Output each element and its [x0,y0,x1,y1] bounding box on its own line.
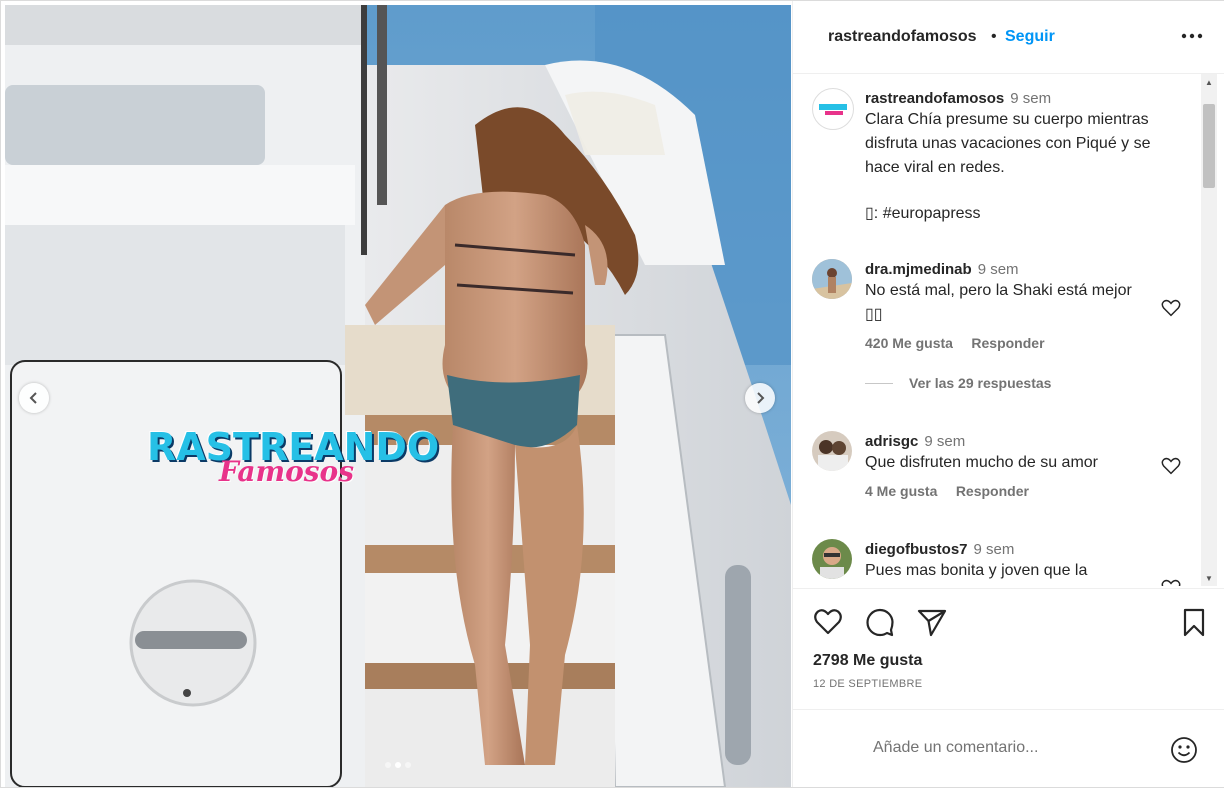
reply-button[interactable]: Responder [956,483,1029,499]
commenter-avatar[interactable] [812,431,852,471]
post-actions: 2798 Me gusta 12 DE SEPTIEMBRE [793,588,1224,709]
comment-heart-icon[interactable] [1160,297,1182,319]
scroll-down-arrow-icon[interactable]: ▼ [1201,570,1217,586]
caption-credit: ▯: #europapress [865,205,981,222]
more-horizontal-icon[interactable] [1177,21,1207,51]
commenter-avatar[interactable] [812,539,852,579]
bookmark-icon[interactable] [1177,605,1211,639]
reply-button[interactable]: Responder [971,335,1044,351]
comment-composer [793,709,1224,788]
watermark-logo: RASTREANDO Famosos [147,425,439,505]
comment-text: Que disfruten mucho de su amor [865,454,1099,471]
previous-slide-button[interactable] [19,383,49,413]
like-count[interactable]: 2798 Me gusta [813,652,922,670]
comments-list[interactable]: rastreandofamosos 9 sem Clara Chía presum… [793,74,1201,586]
avatar-photo [812,431,852,471]
chevron-right-icon [757,392,765,404]
comment-text: Pues mas bonita y joven que la [865,562,1088,579]
comment-username[interactable]: dra.mjmedinab [865,261,972,278]
comment-heart-icon[interactable] [1160,455,1182,477]
slide-indicator [5,762,791,768]
comment-time: 9 sem [977,261,1019,278]
post-details-panel: rastreandofamosos • Seguir rastreandofam… [792,1,1224,787]
slide-dot [385,762,391,768]
comment-likes[interactable]: 4 Me gusta [865,483,937,499]
view-replies-button[interactable]: Ver las 29 respuestas [909,375,1051,391]
caption-username[interactable]: rastreandofamosos [865,90,1004,107]
slide-dot [405,762,411,768]
author-avatar[interactable] [812,88,854,130]
author-username[interactable]: rastreandofamosos [828,28,977,46]
slide-dot-active [395,762,401,768]
comment-heart-icon[interactable] [1160,577,1182,586]
comment-bubble-icon[interactable] [863,605,897,639]
comments-scrollbar[interactable]: ▲ ▼ [1201,74,1217,586]
smiley-icon[interactable] [1169,735,1199,765]
watermark-script: Famosos [219,455,354,488]
caption-text: Clara Chía presume su cuerpo mientras di… [865,111,1151,176]
comment-time: 9 sem [973,541,1015,558]
heart-icon[interactable] [811,605,845,639]
caption-time: 9 sem [1010,90,1052,107]
replies-divider [865,382,893,384]
avatar-photo [812,259,852,299]
header-separator: • [991,28,997,45]
post-window: RASTREANDO Famosos rastreandofamosos • S… [0,0,1224,788]
comment-text: No está mal, pero la Shaki está mejor ▯▯ [865,282,1132,323]
post-date[interactable]: 12 DE SEPTIEMBRE [813,678,922,690]
paper-plane-icon[interactable] [915,605,949,639]
post-media[interactable]: RASTREANDO Famosos [5,5,791,787]
comment-username[interactable]: adrisgc [865,433,918,450]
scroll-up-arrow-icon[interactable]: ▲ [1201,74,1217,90]
comment-likes[interactable]: 420 Me gusta [865,335,953,351]
rastreando-logo-icon [819,104,847,115]
scrollbar-thumb[interactable] [1203,104,1215,188]
commenter-avatar[interactable] [812,259,852,299]
post-photo [5,5,791,787]
next-slide-button[interactable] [745,383,775,413]
post-header: rastreandofamosos • Seguir [793,1,1224,74]
chevron-left-icon [29,392,37,404]
comment-username[interactable]: diegofbustos7 [865,541,968,558]
avatar-photo [812,539,852,579]
comment-time: 9 sem [924,433,966,450]
add-comment-input[interactable] [871,732,1175,764]
follow-button[interactable]: Seguir [1005,28,1055,46]
